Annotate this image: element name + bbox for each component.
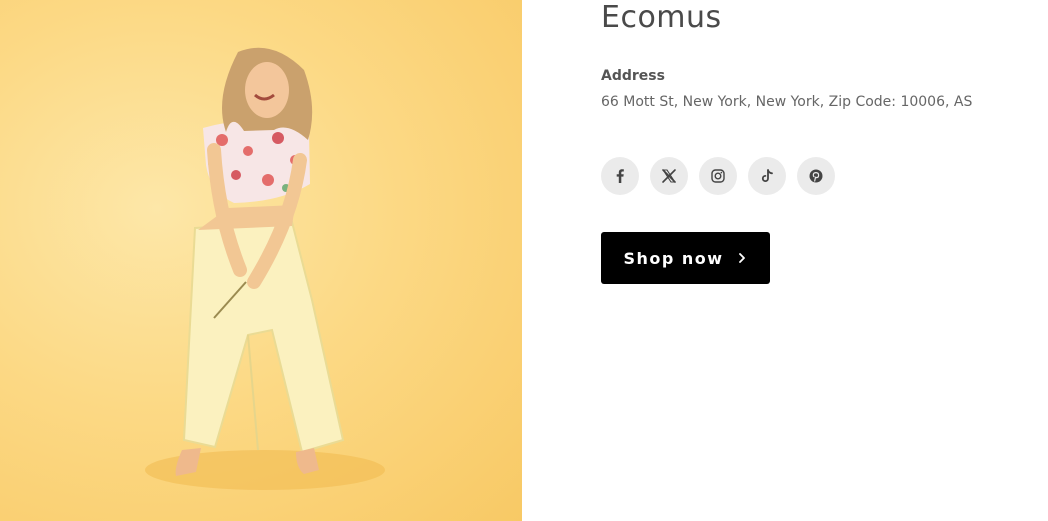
store-location-section: Ecomus Address 66 Mott St, New York, New… — [0, 0, 1048, 521]
hero-image — [0, 0, 522, 521]
social-links — [601, 157, 835, 195]
facebook-icon — [616, 169, 624, 183]
x-icon — [662, 169, 676, 183]
store-name: Ecomus — [601, 0, 722, 35]
address-label: Address — [601, 68, 665, 84]
instagram-icon — [711, 169, 725, 183]
tiktok-link[interactable] — [748, 157, 786, 195]
chevron-right-icon — [738, 253, 745, 263]
pinterest-link[interactable] — [797, 157, 835, 195]
tiktok-icon — [761, 169, 773, 182]
instagram-link[interactable] — [699, 157, 737, 195]
shop-now-button[interactable]: Shop now — [601, 232, 770, 284]
model-illustration — [145, 47, 385, 490]
facebook-link[interactable] — [601, 157, 639, 195]
x-link[interactable] — [650, 157, 688, 195]
address-text: 66 Mott St, New York, New York, Zip Code… — [601, 94, 973, 110]
pinterest-icon — [809, 169, 823, 183]
shop-now-label: Shop now — [623, 248, 724, 268]
